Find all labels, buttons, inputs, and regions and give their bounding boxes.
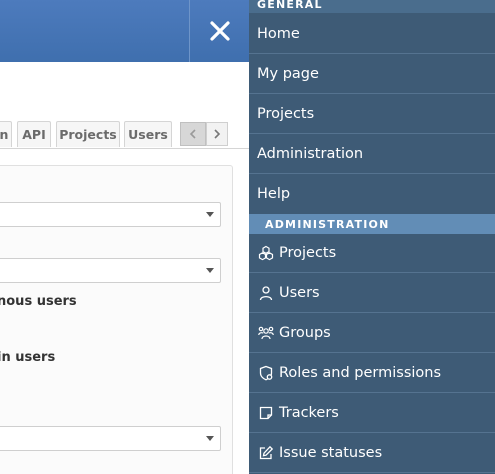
groups-icon: [257, 324, 275, 342]
anonymous-users-label: nous users: [0, 294, 77, 309]
admin-item-users[interactable]: Users: [249, 273, 495, 313]
tab-partial[interactable]: n: [0, 121, 12, 147]
settings-panel: nous users in users: [0, 165, 233, 474]
admin-item-roles-and-permissions[interactable]: Roles and permissions: [249, 353, 495, 393]
menu-item-label: My page: [257, 65, 319, 82]
user-icon: [257, 284, 275, 302]
menu-item-label: Users: [279, 284, 320, 301]
admin-item-trackers[interactable]: Trackers: [249, 393, 495, 433]
menu-item-label: Administration: [257, 145, 364, 162]
projects-icon: [257, 244, 275, 262]
setting-select-2[interactable]: [0, 258, 221, 283]
chevron-right-icon: [214, 129, 221, 139]
menu-section-administration: ADMINISTRATION: [249, 214, 495, 234]
tab-users[interactable]: Users: [124, 121, 172, 147]
admin-item-groups[interactable]: Groups: [249, 313, 495, 353]
tab-api[interactable]: API: [17, 121, 51, 147]
menu-item-my-page[interactable]: My page: [249, 54, 495, 94]
admin-item-issue-statuses[interactable]: Issue statuses: [249, 433, 495, 473]
menu-item-label: Groups: [279, 324, 331, 341]
tab-projects[interactable]: Projects: [56, 121, 120, 147]
chevron-down-icon: [206, 212, 214, 217]
menu-item-label: Projects: [257, 105, 315, 122]
close-menu-button[interactable]: [190, 0, 249, 62]
setting-select-3[interactable]: [0, 426, 221, 451]
edit-icon: [257, 444, 275, 462]
menu-section-general: GENERAL: [249, 0, 495, 13]
chevron-left-icon: [189, 129, 196, 139]
settings-tabs: n API Projects Users: [0, 121, 249, 149]
tabs-underline: [0, 148, 249, 149]
chevron-down-icon: [206, 436, 214, 441]
tabs-scroll-left-button[interactable]: [180, 122, 206, 146]
setting-select-1[interactable]: [0, 202, 221, 227]
menu-item-home[interactable]: Home: [249, 14, 495, 54]
admin-item-projects[interactable]: Projects: [249, 233, 495, 273]
tabs-scroll-right-button[interactable]: [206, 122, 228, 146]
tracker-icon: [257, 404, 275, 422]
menu-item-label: Issue statuses: [279, 444, 383, 461]
menu-item-label: Roles and permissions: [279, 364, 442, 381]
shield-icon: [257, 364, 275, 382]
menu-item-label: Trackers: [279, 404, 339, 421]
chevron-down-icon: [206, 268, 214, 273]
close-icon: [209, 21, 230, 41]
menu-item-projects[interactable]: Projects: [249, 94, 495, 134]
menu-item-label: Projects: [279, 244, 337, 261]
menu-item-label: Home: [257, 25, 300, 42]
menu-item-administration[interactable]: Administration: [249, 134, 495, 174]
flyout-menu: GENERAL Home My page Projects Administra…: [249, 0, 495, 474]
menu-item-help[interactable]: Help: [249, 174, 495, 214]
logged-in-users-label: in users: [0, 350, 56, 365]
menu-item-label: Help: [257, 186, 291, 202]
